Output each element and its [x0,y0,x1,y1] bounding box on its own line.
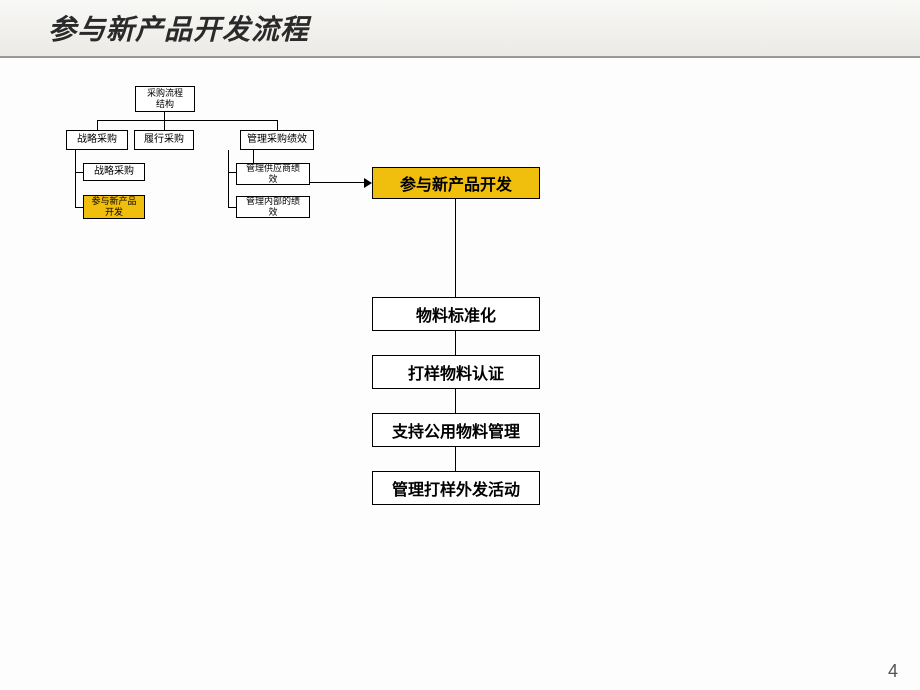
page-number: 4 [888,661,898,682]
connector [97,120,278,121]
org-l2-a2: 参与新产品开发 [83,195,145,219]
connector [97,120,98,130]
connector [228,207,236,208]
slide: 参与新产品开发流程 采购流程结构 战略采购 履行采购 管理采购绩效 战略采购 参… [0,0,920,690]
org-l1-b: 履行采购 [134,130,194,150]
flow-step-4: 管理打样外发活动 [372,471,540,505]
connector [164,120,165,130]
org-l2-c2: 管理内部的绩效 [236,196,310,218]
connector [228,150,229,208]
org-l2-c1: 管理供应商绩效 [236,163,310,185]
connector [455,389,456,413]
connector [455,447,456,471]
flow-step-2: 打样物料认证 [372,355,540,389]
org-l1-c: 管理采购绩效 [240,130,314,150]
org-l2-a1: 战略采购 [83,163,145,181]
connector [455,199,456,297]
connector [455,331,456,355]
flow-step-3: 支持公用物料管理 [372,413,540,447]
org-root: 采购流程结构 [135,86,195,112]
connector [164,112,165,120]
arrow-line [310,182,366,183]
page-title: 参与新产品开发流程 [48,8,309,48]
connector [277,120,278,130]
content-area: 采购流程结构 战略采购 履行采购 管理采购绩效 战略采购 参与新产品开发 管理供… [0,58,920,690]
org-l1-a: 战略采购 [66,130,128,150]
title-bar: 参与新产品开发流程 [0,0,920,58]
connector [75,172,83,173]
connector [228,172,236,173]
connector [75,150,76,208]
connector [253,150,254,163]
connector [75,207,83,208]
flow-main: 参与新产品开发 [372,167,540,199]
flow-step-1: 物料标准化 [372,297,540,331]
arrow-head-icon [364,178,372,188]
